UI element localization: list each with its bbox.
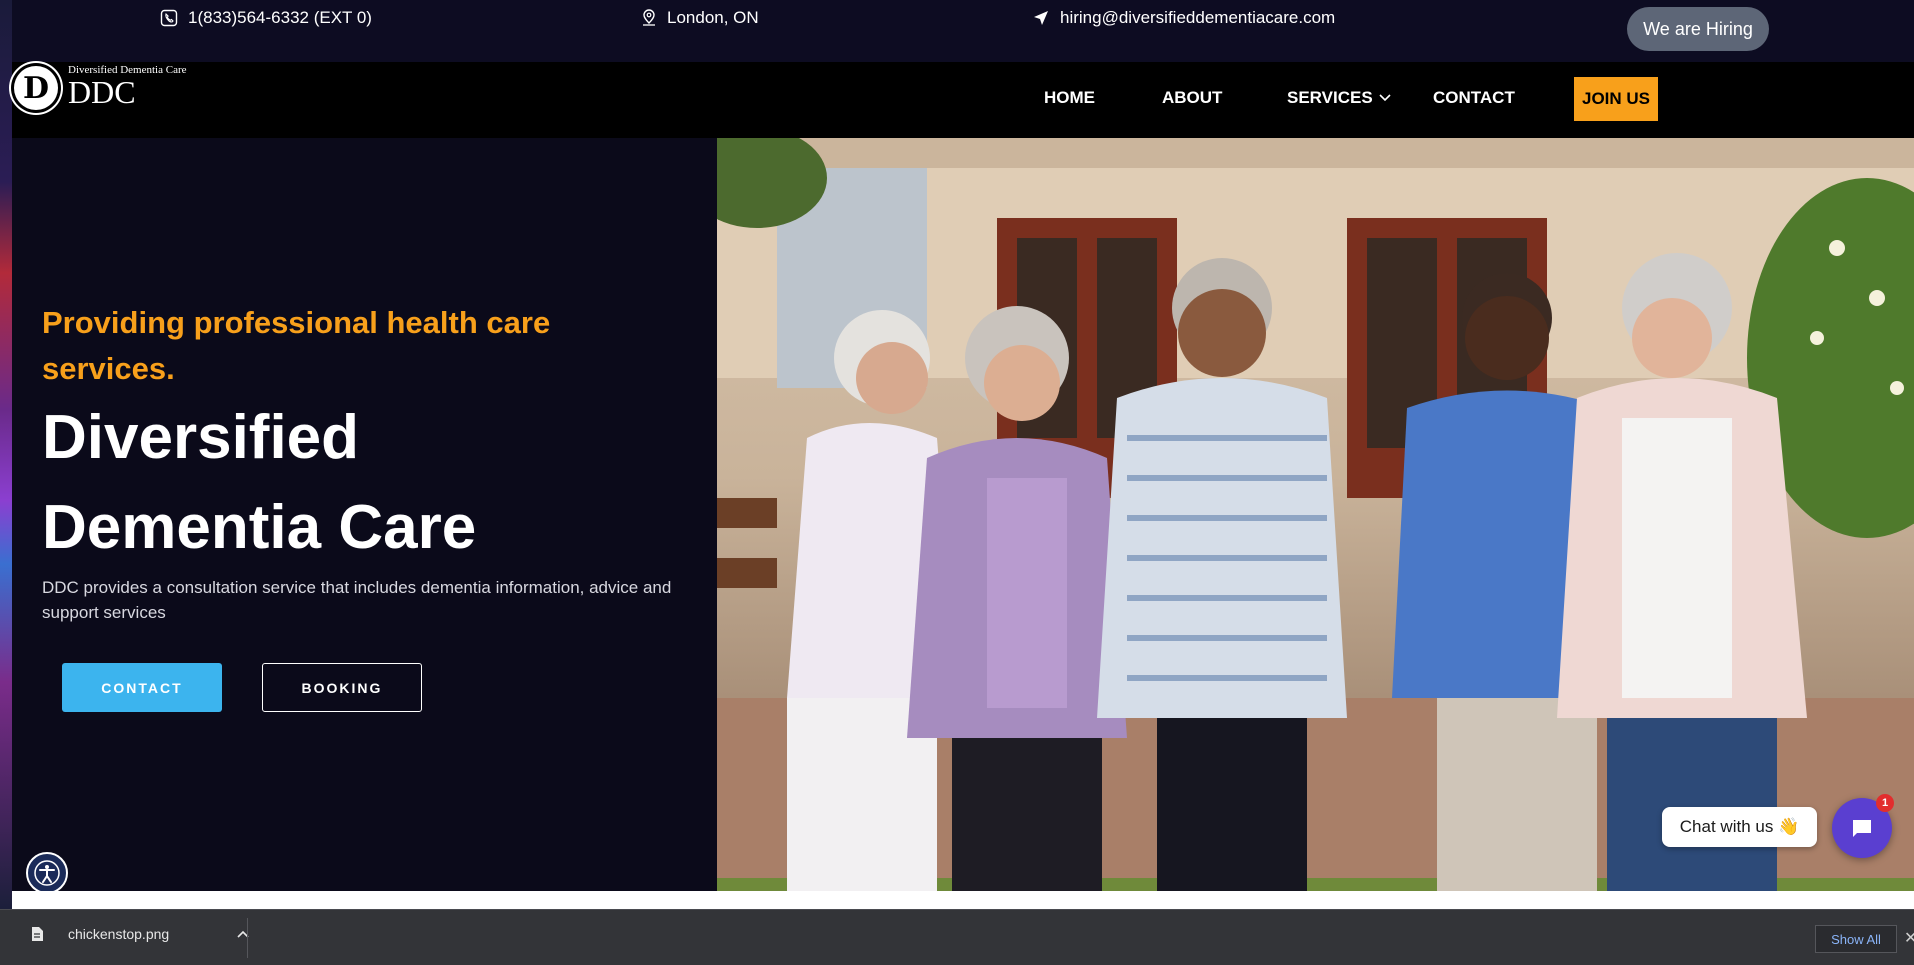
chat-unread-badge: 1 [1876, 794, 1894, 812]
chat-prompt[interactable]: Chat with us 👋 [1662, 807, 1817, 847]
close-icon[interactable]: ✕ [1904, 928, 1914, 948]
we-are-hiring-button[interactable]: We are Hiring [1627, 7, 1769, 51]
seniors-group-illustration [717, 138, 1914, 891]
hero-content: Providing professional health care servi… [12, 138, 717, 891]
email-contact[interactable]: hiring@diversifieddementiacare.com [1032, 8, 1335, 28]
hero-tagline: Providing professional health care servi… [42, 305, 551, 386]
site-logo[interactable]: D Diversified Dementia Care DDC [14, 64, 187, 110]
nav-services[interactable]: SERVICES [1287, 88, 1391, 108]
join-us-button[interactable]: JOIN US [1574, 77, 1658, 121]
logo-badge: D [14, 66, 58, 110]
location-info: London, ON [641, 8, 759, 28]
nav-contact[interactable]: CONTACT [1433, 88, 1515, 108]
hero-headline: Diversified Dementia Care [42, 393, 702, 573]
hero-booking-button[interactable]: BOOKING [262, 663, 422, 712]
main-navbar: D Diversified Dementia Care DDC HOME ABO… [12, 62, 1914, 138]
section-divider [12, 891, 1914, 909]
accessibility-icon [34, 860, 60, 886]
chevron-down-icon [1379, 94, 1391, 102]
download-item[interactable]: chickenstop.png [30, 926, 249, 942]
top-info-bar: 1(833)564-6332 (EXT 0) London, ON hiring… [12, 0, 1914, 62]
download-divider [247, 918, 248, 958]
desktop-edge [0, 0, 12, 910]
hero-description: DDC provides a consultation service that… [42, 578, 672, 622]
logo-big-text: DDC [68, 74, 136, 110]
hero-photo-seniors [717, 138, 1914, 891]
hero-contact-button[interactable]: CONTACT [62, 663, 222, 712]
phone-icon [160, 9, 178, 27]
show-all-downloads-button[interactable]: Show All [1815, 925, 1897, 953]
logo-text: Diversified Dementia Care DDC [68, 64, 187, 108]
headline-line-1: Diversified [42, 403, 360, 472]
download-file-name: chickenstop.png [68, 926, 170, 942]
send-icon [1034, 11, 1048, 25]
browser-download-bar: chickenstop.png Show All ✕ [0, 909, 1914, 965]
chat-icon [1853, 820, 1871, 837]
nav-about[interactable]: ABOUT [1162, 88, 1222, 108]
nav-home[interactable]: HOME [1044, 88, 1095, 108]
location-pin-icon [643, 9, 655, 26]
location-text: London, ON [667, 8, 759, 27]
phone-number: 1(833)564-6332 (EXT 0) [188, 8, 372, 27]
accessibility-button[interactable] [26, 852, 68, 894]
phone-contact[interactable]: 1(833)564-6332 (EXT 0) [160, 8, 372, 28]
nav-services-label: SERVICES [1287, 88, 1373, 107]
headline-line-2: Dementia Care [42, 493, 477, 562]
file-icon [32, 927, 43, 941]
email-address: hiring@diversifieddementiacare.com [1060, 8, 1336, 27]
